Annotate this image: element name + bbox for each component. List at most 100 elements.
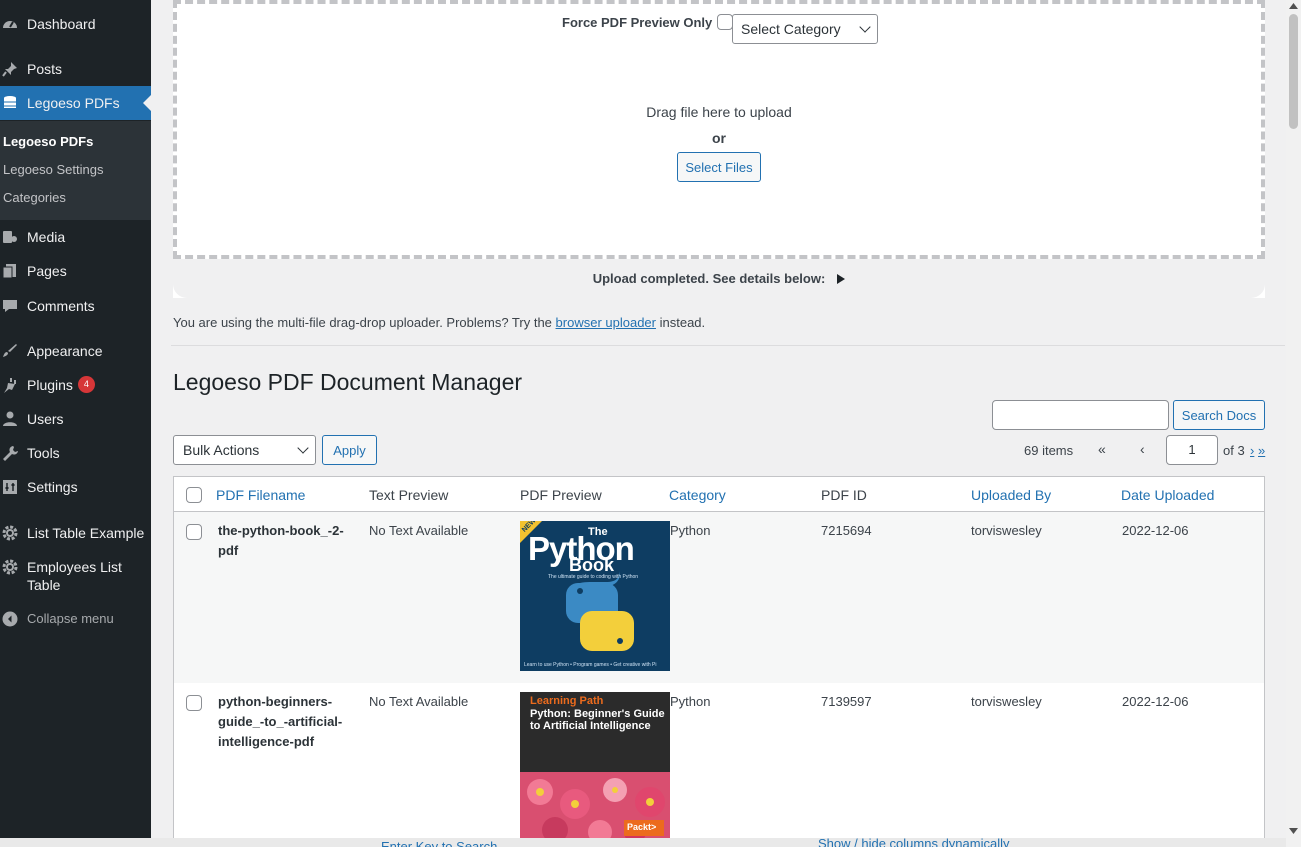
submenu-legoeso-pdfs[interactable]: Legoeso PDFs bbox=[3, 133, 93, 151]
scroll-up-arrow-icon[interactable] bbox=[1289, 3, 1298, 9]
search-docs-button[interactable]: Search Docs bbox=[1173, 400, 1265, 430]
bulk-actions-select[interactable]: Bulk Actions bbox=[173, 435, 316, 465]
col-category[interactable]: Category bbox=[669, 487, 726, 503]
submenu-categories[interactable]: Categories bbox=[3, 189, 66, 207]
pdf-thumbnail-python-ai[interactable]: Learning Path Python: Beginner's Guide t… bbox=[520, 692, 670, 842]
ghost-link-search[interactable]: Enter Key to Search bbox=[381, 838, 497, 847]
menu-employees-list-table[interactable]: Employees List Table bbox=[0, 558, 151, 596]
col-date-uploaded[interactable]: Date Uploaded bbox=[1121, 487, 1214, 503]
row-text-preview: No Text Available bbox=[369, 694, 469, 709]
menu-label: List Table Example bbox=[27, 525, 145, 541]
user-icon bbox=[1, 410, 19, 428]
menu-label: Settings bbox=[27, 479, 78, 495]
collapse-menu[interactable]: Collapse menu bbox=[0, 610, 151, 630]
scrollbar-thumb[interactable] bbox=[1289, 14, 1298, 129]
col-pdf-preview: PDF Preview bbox=[520, 487, 602, 503]
row-text-preview: No Text Available bbox=[369, 523, 469, 538]
menu-tools[interactable]: Tools bbox=[0, 444, 151, 464]
apply-button[interactable]: Apply bbox=[322, 435, 377, 465]
vertical-scrollbar[interactable] bbox=[1286, 0, 1301, 847]
documents-table: PDF Filename Text Preview PDF Preview Ca… bbox=[173, 476, 1265, 847]
menu-posts[interactable]: Posts bbox=[0, 60, 151, 80]
settings-icon bbox=[1, 478, 19, 496]
menu-label: Posts bbox=[27, 61, 63, 77]
last-page-link[interactable]: » bbox=[1258, 443, 1265, 458]
menu-label: Plugins 4 bbox=[27, 376, 95, 394]
menu-label: Media bbox=[27, 229, 66, 245]
menu-label: Employees List Table bbox=[27, 559, 122, 593]
gear-icon bbox=[1, 524, 19, 542]
first-page-button[interactable]: « bbox=[1098, 441, 1106, 457]
menu-dashboard[interactable]: Dashboard bbox=[0, 15, 151, 35]
menu-users[interactable]: Users bbox=[0, 410, 151, 430]
comment-icon bbox=[1, 297, 19, 315]
plugins-label: Plugins bbox=[27, 377, 73, 393]
chevron-down-icon bbox=[859, 21, 871, 33]
menu-list-table-example[interactable]: List Table Example bbox=[0, 524, 151, 544]
cover-tagline: The ultimate guide to coding with Python bbox=[548, 574, 639, 580]
menu-comments[interactable]: Comments bbox=[0, 297, 151, 317]
select-files-button[interactable]: Select Files bbox=[677, 152, 761, 182]
overlapping-footer bbox=[0, 838, 1286, 847]
menu-appearance[interactable]: Appearance bbox=[0, 342, 151, 362]
browser-uploader-link[interactable]: browser uploader bbox=[556, 315, 656, 330]
col-uploaded-by[interactable]: Uploaded By bbox=[971, 487, 1051, 503]
pages-icon bbox=[1, 262, 19, 280]
collapse-arrow-icon bbox=[1, 610, 19, 628]
menu-label: Tools bbox=[27, 445, 60, 461]
current-page-input[interactable]: 1 bbox=[1166, 435, 1218, 465]
database-icon bbox=[1, 94, 19, 112]
table-row: the-python-book_-2-pdf No Text Available… bbox=[174, 512, 1264, 683]
menu-label: Dashboard bbox=[27, 16, 96, 32]
ghost-link-columns[interactable]: Show / hide columns dynamically bbox=[818, 835, 1009, 847]
publisher-logo: Packt> bbox=[627, 822, 657, 832]
menu-label: Pages bbox=[27, 263, 67, 279]
menu-label: Appearance bbox=[27, 343, 103, 359]
pin-icon bbox=[1, 60, 19, 78]
row-category: Python bbox=[670, 694, 711, 709]
upload-status-toggle[interactable]: Upload completed. See details below: bbox=[173, 259, 1265, 298]
drag-instructions: Drag file here to upload bbox=[646, 104, 792, 120]
row-filename[interactable]: python-beginners-guide_-to_-artificial-i… bbox=[218, 692, 353, 752]
items-count: 69 items bbox=[1024, 443, 1074, 458]
gear-icon bbox=[1, 558, 19, 576]
row-date-uploaded: 2022-12-06 bbox=[1122, 523, 1189, 538]
col-pdf-id: PDF ID bbox=[821, 487, 867, 503]
force-preview-checkbox[interactable] bbox=[717, 14, 734, 30]
row-pdf-id: 7215694 bbox=[821, 523, 872, 538]
hint-suffix: instead. bbox=[659, 315, 706, 330]
row-uploaded-by: torviswesley bbox=[971, 694, 1042, 709]
col-pdf-filename[interactable]: PDF Filename bbox=[216, 487, 305, 503]
category-select[interactable]: Select Category bbox=[732, 14, 878, 44]
drop-zone[interactable]: Force PDF Preview Only Select Category D… bbox=[173, 0, 1265, 259]
menu-pages[interactable]: Pages bbox=[0, 262, 151, 282]
update-count-badge: 4 bbox=[77, 376, 95, 393]
pdf-thumbnail-python-book[interactable]: NEW The Python Book The ultimate guide t… bbox=[520, 521, 670, 671]
menu-media[interactable]: Media bbox=[0, 228, 151, 248]
divider bbox=[171, 345, 1285, 346]
chevron-down-icon bbox=[297, 442, 309, 454]
row-checkbox[interactable] bbox=[186, 524, 202, 540]
wrench-icon bbox=[1, 444, 19, 462]
menu-label: Comments bbox=[27, 298, 95, 314]
menu-legoeso-pdfs[interactable]: Legoeso PDFs bbox=[0, 86, 151, 120]
current-arrow bbox=[143, 95, 151, 111]
submenu-legoeso-settings[interactable]: Legoeso Settings bbox=[3, 161, 103, 179]
or-text: or bbox=[712, 130, 726, 146]
col-text-preview: Text Preview bbox=[369, 487, 449, 503]
row-checkbox[interactable] bbox=[186, 695, 202, 711]
scroll-down-arrow-icon[interactable] bbox=[1289, 828, 1298, 834]
legoeso-submenu: Legoeso PDFs Legoeso Settings Categories bbox=[0, 121, 151, 220]
select-all-checkbox[interactable] bbox=[186, 487, 202, 503]
menu-plugins[interactable]: Plugins 4 bbox=[0, 376, 151, 396]
cover-learning-path: Learning Path bbox=[530, 695, 604, 707]
expand-triangle-icon bbox=[837, 273, 846, 284]
menu-settings[interactable]: Settings bbox=[0, 478, 151, 498]
upload-area: Force PDF Preview Only Select Category D… bbox=[173, 0, 1265, 298]
search-input[interactable] bbox=[992, 400, 1169, 430]
admin-sidebar: Dashboard Posts Legoeso PDFs Legoeso PDF… bbox=[0, 0, 151, 847]
cover-title: Python: Beginner's Guide to Artificial I… bbox=[530, 708, 665, 732]
row-filename[interactable]: the-python-book_-2-pdf bbox=[218, 521, 353, 561]
prev-page-button[interactable]: ‹ bbox=[1140, 441, 1145, 457]
next-page-link[interactable]: › bbox=[1250, 443, 1254, 458]
